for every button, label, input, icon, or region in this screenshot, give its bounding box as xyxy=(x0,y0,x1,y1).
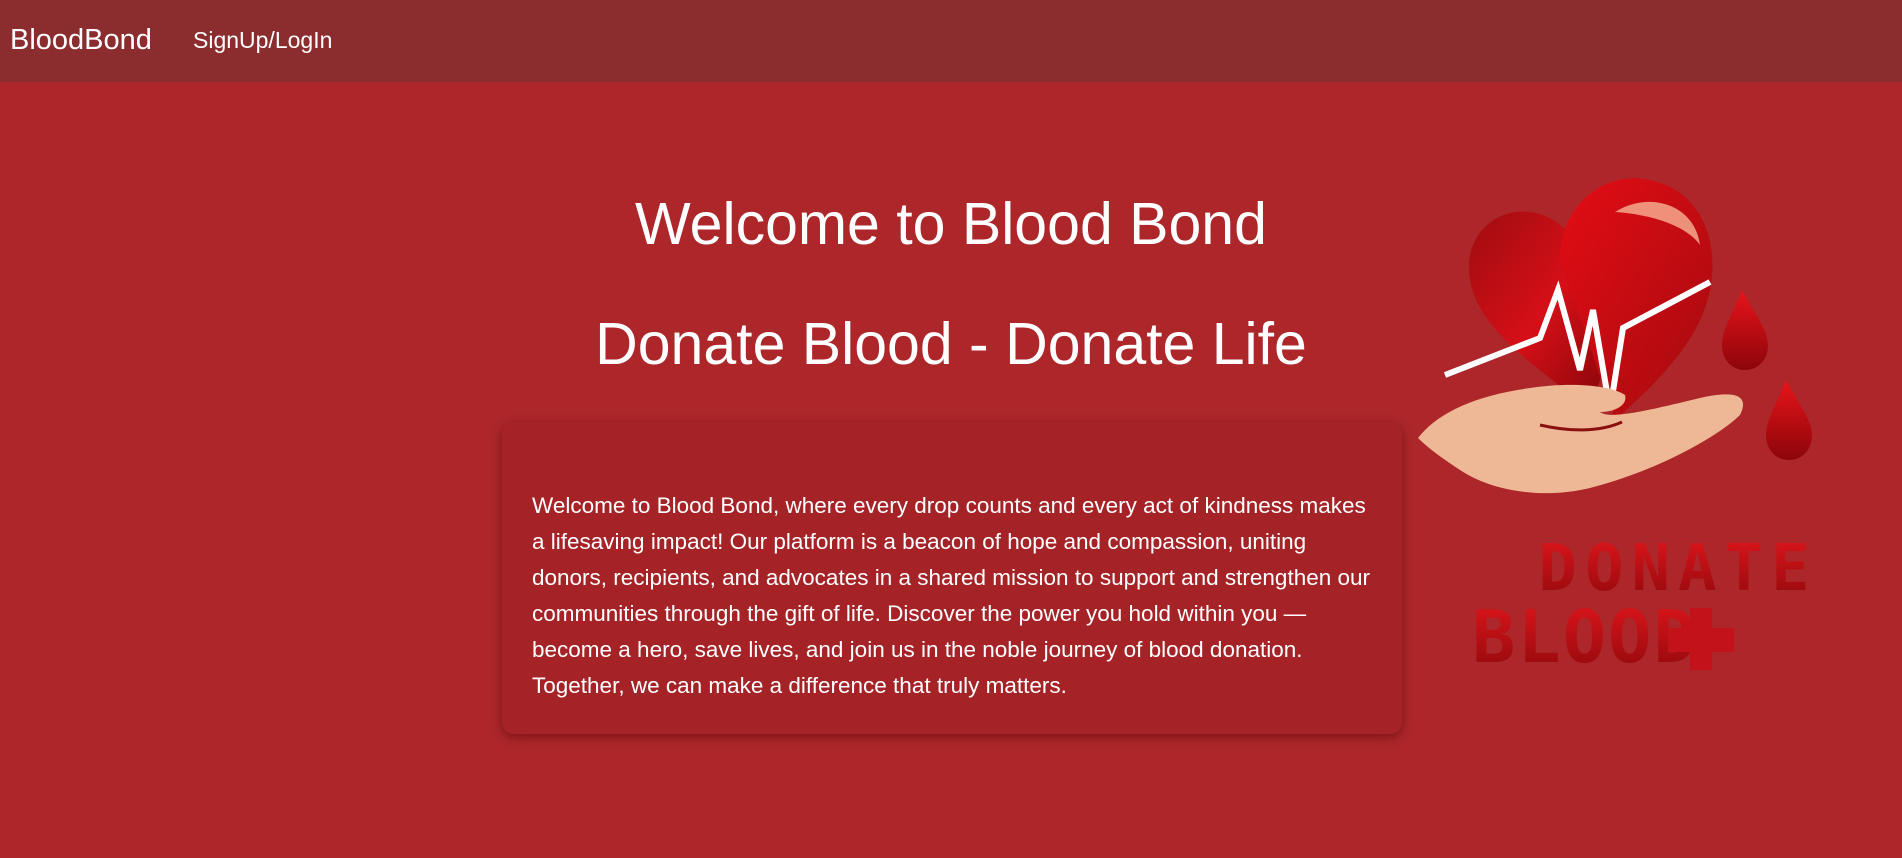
intro-text: Welcome to Blood Bond, where every drop … xyxy=(532,493,1371,698)
hand xyxy=(1418,384,1744,494)
logo-text-blood: BLOOD xyxy=(1472,595,1699,670)
intro-card: Welcome to Blood Bond, where every drop … xyxy=(502,422,1402,734)
brand-link[interactable]: BloodBond xyxy=(10,22,152,58)
blood-drop-icon xyxy=(1766,380,1812,460)
signup-login-link[interactable]: SignUp/LogIn xyxy=(193,26,332,54)
donate-blood-logo: DONATE BLOOD xyxy=(1418,178,1812,670)
blood-drop-icon xyxy=(1722,290,1768,370)
top-navbar: BloodBond SignUp/LogIn xyxy=(0,0,1902,82)
page-title: Welcome to Blood Bond xyxy=(635,191,1267,257)
page-subtitle: Donate Blood - Donate Life xyxy=(595,311,1307,377)
